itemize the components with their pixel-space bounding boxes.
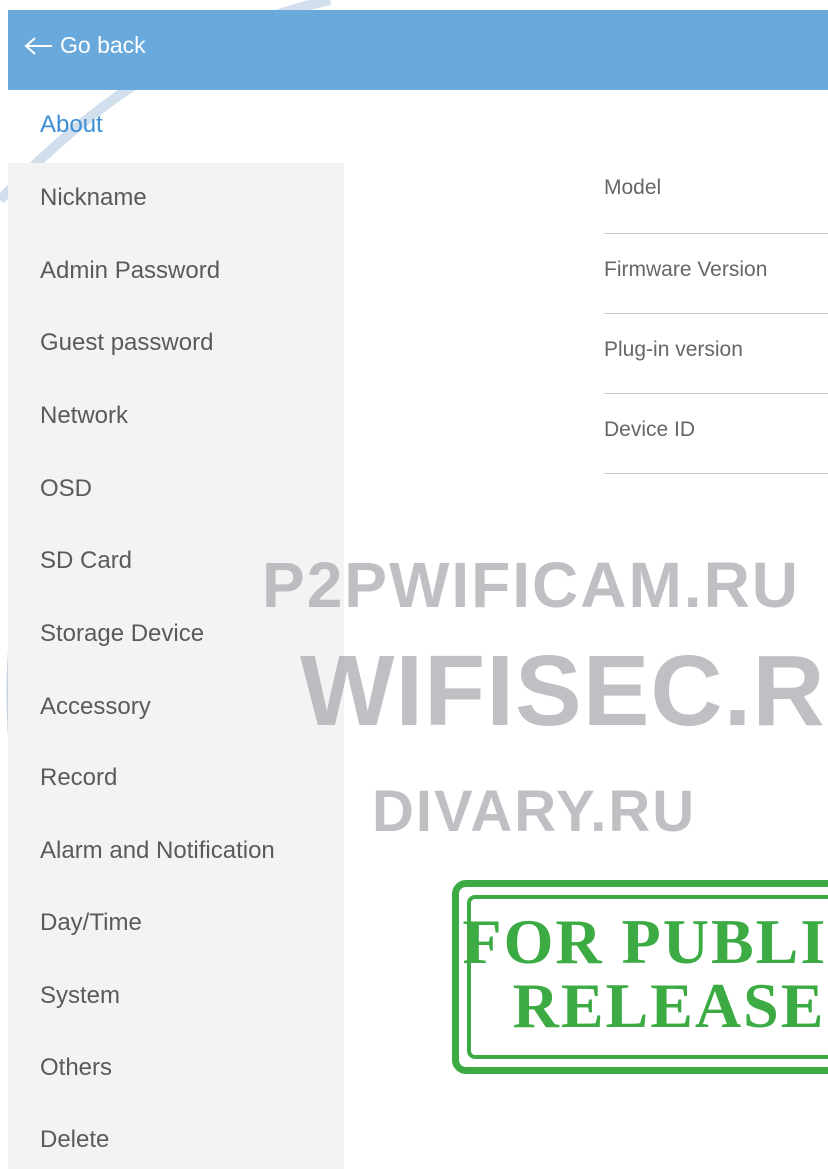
header-bar: Go back [8,10,828,90]
plugin-version-label: Plug-in version [604,338,743,361]
sidebar-item-system[interactable]: System [40,982,120,1010]
info-row-firmware: Firmware Version [604,233,828,314]
sidebar-item-day-time[interactable]: Day/Time [40,909,142,937]
sidebar-item-guest-password[interactable]: Guest password [40,329,213,357]
sidebar: Nickname Admin Password Guest password N… [8,163,344,1169]
screen: Go back About Nickname Admin Password Gu… [0,0,828,1169]
sidebar-item-accessory[interactable]: Accessory [40,693,151,721]
watermark-text: DIVARY.RU [372,779,697,844]
go-back-button[interactable]: Go back [24,32,146,59]
sidebar-item-admin-password[interactable]: Admin Password [40,257,220,285]
sidebar-item-delete[interactable]: Delete [40,1126,109,1154]
sidebar-item-network[interactable]: Network [40,402,128,430]
model-label: Model [604,176,662,199]
release-stamp: FOR PUBLIC RELEASE [452,880,828,1074]
info-row-plugin: Plug-in version [604,313,828,394]
sidebar-item-nickname[interactable]: Nickname [40,184,147,212]
device-id-label: Device ID [604,418,696,441]
info-row-model: Model [604,153,828,234]
info-row-device-id: Device ID [604,393,828,474]
firmware-version-label: Firmware Version [604,258,768,281]
sidebar-item-osd[interactable]: OSD [40,475,92,503]
watermark-text: P2PWIFICAM.RU [262,549,800,621]
sidebar-item-others[interactable]: Others [40,1054,112,1082]
sidebar-item-sd-card[interactable]: SD Card [40,547,132,575]
sidebar-item-about[interactable]: About [40,111,103,139]
arrow-left-icon [24,36,52,55]
sidebar-item-record[interactable]: Record [40,764,117,792]
watermark-text: WIFISEC.RU [300,635,828,747]
sidebar-item-alarm[interactable]: Alarm and Notification [40,837,275,865]
stamp-line-2: RELEASE [512,970,826,1041]
stamp-line-1: FOR PUBLIC [462,906,828,977]
sidebar-item-storage-device[interactable]: Storage Device [40,620,204,648]
go-back-label: Go back [60,32,146,58]
